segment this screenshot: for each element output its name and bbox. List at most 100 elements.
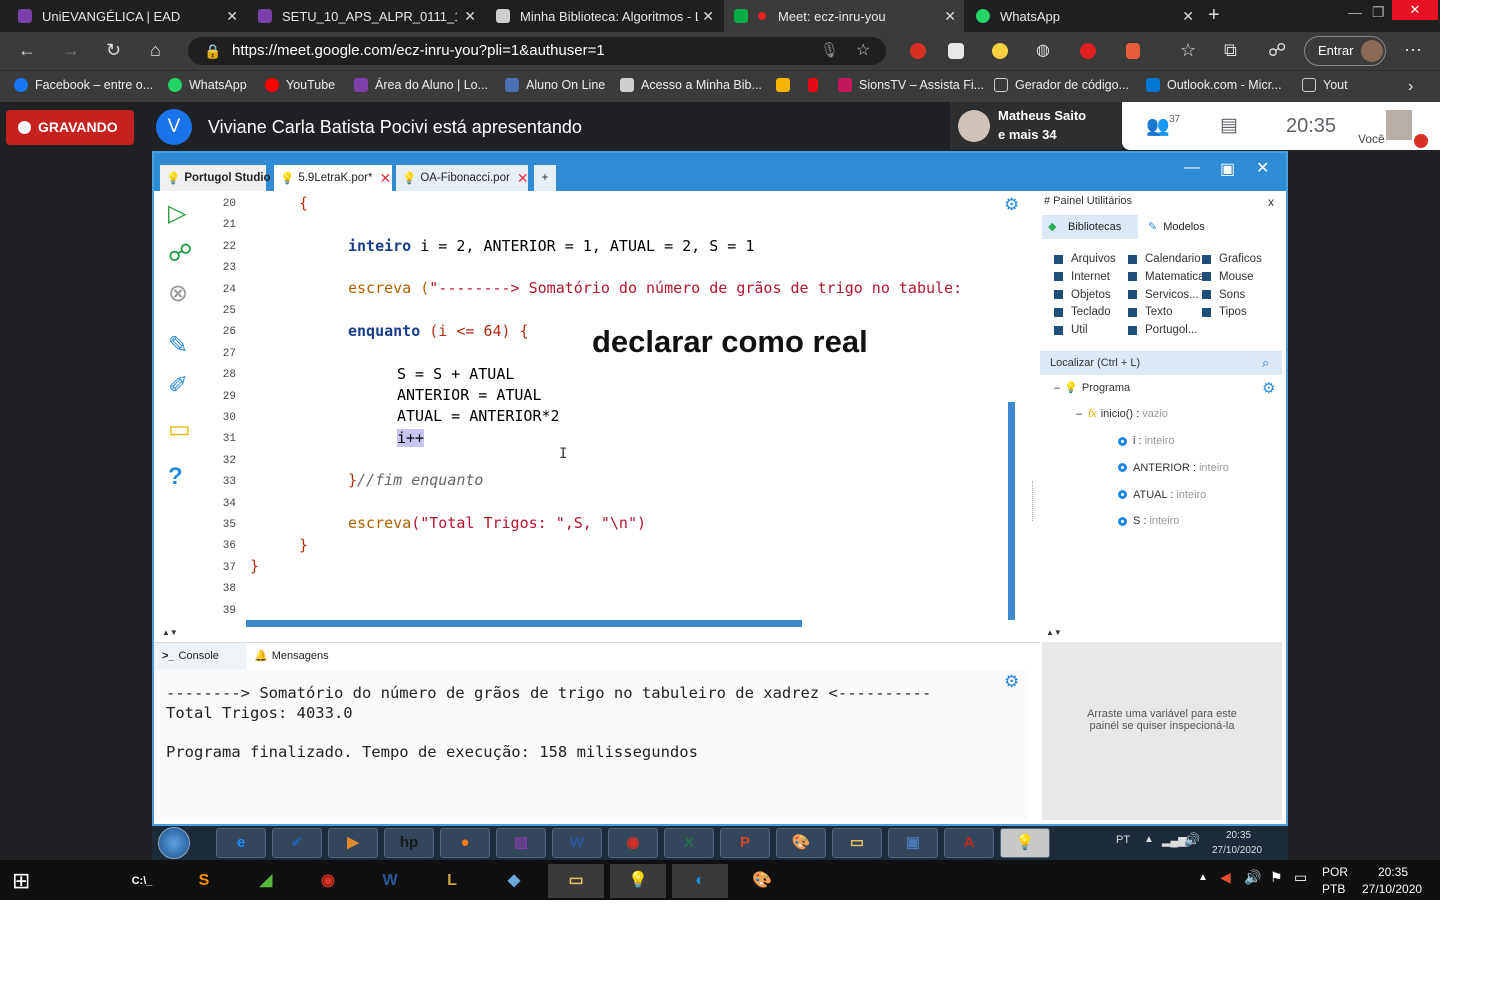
explorer-icon[interactable]: ▭ (832, 828, 882, 858)
restore-window-icon[interactable]: ❐ (1372, 4, 1385, 21)
tray-arrow-icon[interactable]: ▲ (1144, 834, 1154, 845)
minimize-window-icon[interactable]: — (1348, 4, 1362, 20)
chrome-icon[interactable]: ◉ (608, 828, 658, 858)
extension-icon[interactable] (1126, 42, 1140, 60)
sublime-icon[interactable]: S (176, 864, 232, 898)
library-item[interactable]: Mouse (1202, 271, 1254, 283)
run-icon[interactable]: ▷ (168, 199, 186, 228)
tree-variable[interactable]: S : inteiro (1118, 515, 1179, 527)
bookmarks-overflow-chevron-icon[interactable]: › (1408, 78, 1413, 96)
tray-app-icon[interactable]: ◀ (1220, 869, 1231, 886)
back-arrow-icon[interactable]: ← (18, 40, 36, 61)
search-icon[interactable]: ⌕ (1262, 351, 1269, 375)
winrar-icon[interactable]: ▤ (496, 828, 546, 858)
globe-extension-icon[interactable]: ◍ (1036, 40, 1050, 60)
tab-modelos[interactable]: ✎ Modelos (1148, 215, 1205, 239)
home-icon[interactable]: ⌂ (150, 40, 161, 61)
console-settings-gear-icon[interactable]: ⚙ (1004, 672, 1019, 692)
media-icon[interactable]: ▶ (328, 828, 378, 858)
bookmark-item[interactable]: Aluno On Line (505, 78, 605, 92)
word-icon[interactable]: W (552, 828, 602, 858)
reload-icon[interactable]: ↻ (106, 40, 121, 61)
favorites-icon[interactable]: ☆ (1180, 40, 1196, 61)
debug-step-icon[interactable]: ☍ (168, 239, 192, 268)
people-icon[interactable]: 👥 (1146, 114, 1170, 138)
paint-icon[interactable]: 🎨 (776, 828, 826, 858)
remote-icon[interactable]: ▣ (888, 828, 938, 858)
flag-icon[interactable]: ⚑ (1270, 869, 1283, 886)
tab-close-icon[interactable]: ✕ (517, 170, 529, 187)
bookmark-item[interactable]: Facebook – entre o... (14, 78, 153, 92)
library-item[interactable]: Calendario (1128, 253, 1201, 265)
portugol-icon[interactable]: 💡 (1000, 828, 1050, 858)
tree-variable[interactable]: i : inteiro (1118, 435, 1175, 447)
close-icon[interactable]: ✕ (1256, 158, 1269, 178)
gmail-extension-icon[interactable] (910, 42, 926, 60)
forward-arrow-icon[interactable]: → (62, 40, 80, 61)
browser-tab-unievangelica[interactable]: UniEVANGÉLICA | EAD ✕ (8, 0, 246, 32)
collections-icon[interactable]: ⧉ (1224, 40, 1237, 61)
bookmark-item[interactable] (808, 78, 825, 92)
bookmark-item[interactable]: YouTube (265, 78, 335, 92)
app-blue-icon[interactable]: ◆ (486, 864, 542, 898)
participant-tile[interactable]: Matheus Saito e mais 34 (950, 102, 1122, 150)
check-icon[interactable]: ✔ (272, 828, 322, 858)
splitter-bar[interactable]: ▲▼ (1042, 628, 1282, 642)
tab-close-icon[interactable]: ✕ (944, 8, 956, 25)
tree-settings-gear-icon[interactable]: ⚙ (1262, 379, 1275, 397)
tab-close-icon[interactable]: ✕ (380, 170, 392, 187)
volume-icon[interactable]: 🔊 (1184, 832, 1200, 848)
library-item[interactable]: Servicos... (1128, 289, 1199, 301)
editor-horizontal-scrollbar[interactable] (246, 620, 802, 627)
library-item[interactable]: Portugol... (1128, 324, 1197, 336)
bookmark-item[interactable]: Outlook.com - Micr... (1146, 78, 1282, 92)
save-as-icon[interactable]: ✐ (168, 371, 188, 400)
tab-close-icon[interactable]: ✕ (226, 8, 238, 25)
bookmark-item[interactable]: Gerador de código... (994, 78, 1129, 92)
more-menu-icon[interactable]: ⋯ (1404, 40, 1422, 61)
tab-oa-fibonacci[interactable]: 💡 OA-Fibonacci.por ✕ (396, 165, 529, 191)
lol-icon[interactable]: L (424, 864, 480, 898)
start-orb-icon[interactable] (158, 827, 190, 859)
firefox-icon[interactable]: ● (440, 828, 490, 858)
signin-button[interactable]: Entrar (1304, 36, 1386, 66)
new-tab-button[interactable]: + (1208, 4, 1220, 27)
extension-icon[interactable] (948, 42, 964, 60)
bookmark-item[interactable]: Acesso a Minha Bib... (620, 78, 762, 92)
bookmark-item[interactable] (776, 78, 797, 92)
maximize-icon[interactable]: ▣ (1220, 159, 1235, 179)
code-editor[interactable]: { inteiro i = 2, ANTERIOR = 1, ATUAL = 2… (246, 191, 1016, 621)
minimize-icon[interactable]: — (1184, 159, 1200, 177)
language-indicator[interactable]: POR (1322, 865, 1348, 879)
word-icon[interactable]: W (362, 864, 418, 898)
library-item[interactable]: Matematica (1128, 271, 1204, 283)
bookmark-item[interactable]: SionsTV – Assista Fi... (838, 78, 984, 92)
editor-settings-gear-icon[interactable]: ⚙ (1004, 195, 1019, 215)
browser-tab-setu[interactable]: SETU_10_APS_ALPR_0111_10164 ✕ (248, 0, 484, 32)
language-indicator[interactable]: PT (1116, 834, 1130, 846)
chat-icon[interactable]: ▤ (1220, 114, 1238, 137)
volume-icon[interactable]: 🔊 (1244, 869, 1261, 886)
powerpoint-icon[interactable]: P (720, 828, 770, 858)
terminal-icon[interactable]: C:\_ (114, 864, 170, 898)
url-bar[interactable]: 🔒 https://meet.google.com/ecz-inru-you?p… (188, 37, 886, 65)
add-tab-button[interactable]: + (534, 165, 556, 191)
excel-icon[interactable]: X (664, 828, 714, 858)
tab-close-icon[interactable]: ✕ (1182, 8, 1194, 25)
library-item[interactable]: Teclado (1054, 306, 1111, 318)
extension-icon[interactable] (992, 42, 1008, 60)
microphone-icon[interactable]: 🎙 (820, 37, 839, 65)
windows-start-icon[interactable]: ⊞ (12, 868, 30, 894)
edge-icon[interactable]: ◐ (672, 864, 728, 898)
portugol-icon[interactable]: 💡 (610, 864, 666, 898)
stop-icon[interactable]: ⊗ (168, 279, 188, 308)
tab-close-icon[interactable]: ✕ (702, 8, 714, 25)
network-icon[interactable]: ▭ (1294, 869, 1307, 886)
explorer-icon[interactable]: ▭ (548, 864, 604, 898)
app-green-icon[interactable]: ◢ (238, 864, 294, 898)
tab-letrak[interactable]: 💡 5.9LetraK.por* ✕ (274, 165, 392, 191)
library-item[interactable]: Objetos (1054, 289, 1111, 301)
tab-console[interactable]: >_ Console (154, 643, 246, 671)
chrome-icon[interactable]: ◉ (300, 864, 356, 898)
feedback-icon[interactable]: ☍ (1268, 40, 1286, 61)
